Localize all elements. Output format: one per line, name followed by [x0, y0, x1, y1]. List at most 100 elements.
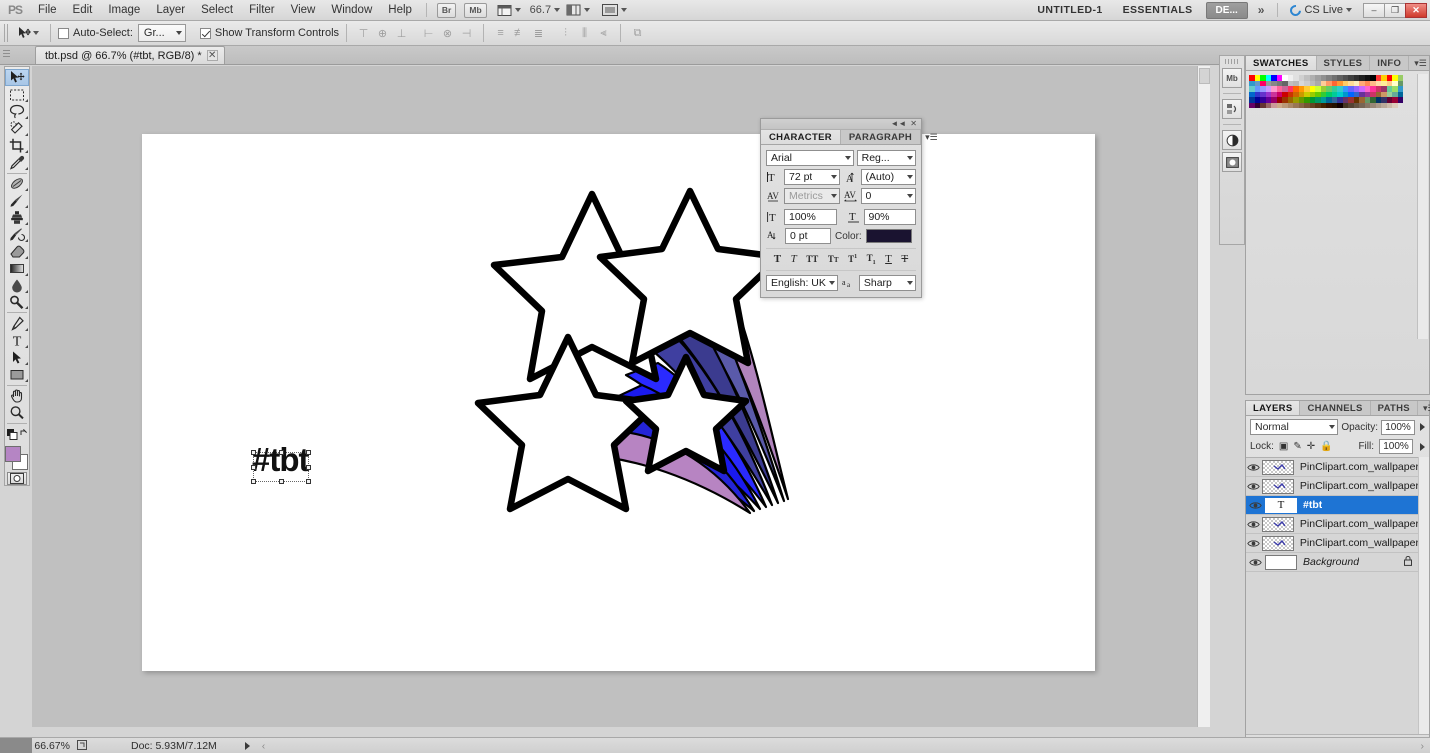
bridge-icon[interactable]: Br [436, 2, 457, 18]
spot-healing-brush-tool[interactable] [5, 175, 29, 192]
layer-row[interactable]: PinClipart.com_wallpaper-cli... [1246, 477, 1418, 496]
layer-thumbnail[interactable]: T [1265, 497, 1297, 513]
distribute-horizontal-centers-button[interactable]: ⫼ [577, 26, 592, 41]
align-left-edges-button[interactable]: ⊢ [421, 26, 436, 41]
history-icon[interactable] [1222, 99, 1242, 119]
horizontal-type-tool[interactable]: T [5, 332, 29, 349]
font-family-dropdown[interactable]: Arial [766, 150, 854, 166]
close-icon[interactable]: ✕ [206, 50, 218, 61]
align-bottom-edges-button[interactable]: ⊥ [394, 26, 409, 41]
canvas-area[interactable]: #tbt [32, 66, 1210, 727]
vertical-scale-field[interactable]: 100% [784, 209, 837, 225]
menu-layer[interactable]: Layer [148, 1, 193, 19]
swatches-panel-menu-icon[interactable]: ▾☰ [1409, 56, 1430, 70]
align-right-edges-button[interactable]: ⊣ [459, 26, 474, 41]
layer-visibility-eye-icon[interactable] [1246, 558, 1265, 567]
layer-thumbnail[interactable] [1261, 535, 1294, 551]
menu-window[interactable]: Window [323, 1, 380, 19]
brush-tool[interactable] [5, 192, 29, 209]
adjustments-icon[interactable] [1222, 130, 1242, 150]
superscript-button[interactable]: T1 [848, 254, 857, 264]
swatch-139[interactable] [1397, 97, 1403, 103]
view-extras-button[interactable] [493, 2, 525, 19]
auto-select-checkbox-group[interactable]: Auto-Select: [58, 27, 133, 39]
status-menu-arrow-icon[interactable] [244, 741, 250, 750]
underline-button[interactable]: T [885, 253, 892, 265]
faux-italic-button[interactable]: T [791, 253, 797, 265]
lock-all-icon[interactable]: 🔒 [1320, 441, 1332, 452]
zoom-chevron-icon[interactable] [554, 8, 561, 12]
layers-panel[interactable]: LAYERS CHANNELS PATHS ▾☰ Normal Opacity:… [1245, 400, 1430, 753]
arrange-documents-button[interactable] [562, 2, 594, 18]
subscript-button[interactable]: T1 [867, 253, 876, 266]
dodge-tool[interactable] [5, 294, 29, 311]
menu-select[interactable]: Select [193, 1, 241, 19]
layer-visibility-eye-icon[interactable] [1246, 539, 1262, 548]
transform-handle-se[interactable] [306, 479, 311, 484]
transform-handle-sw[interactable] [251, 479, 256, 484]
lasso-tool[interactable] [5, 103, 29, 120]
eraser-tool[interactable] [5, 243, 29, 260]
layer-row[interactable]: Background [1246, 553, 1418, 572]
layer-row[interactable]: PinClipart.com_wallpaper-cli... [1246, 534, 1418, 553]
status-zoom-field[interactable]: 66.67% [32, 740, 74, 752]
transform-handle-e[interactable] [306, 464, 311, 470]
transform-handle-w[interactable] [251, 464, 256, 470]
menu-file[interactable]: File [30, 1, 65, 19]
tab-channels[interactable]: CHANNELS [1300, 401, 1371, 415]
language-dropdown[interactable]: English: UK [766, 274, 838, 291]
small-caps-button[interactable]: TT [828, 254, 839, 264]
workspace-chevron-icon[interactable]: » [1251, 3, 1272, 17]
align-top-edges-button[interactable]: ⊤ [356, 26, 371, 41]
collapse-icon[interactable]: ◄◄ [890, 120, 906, 128]
transform-handle-ne[interactable] [306, 450, 311, 455]
workspace-more[interactable]: DE... [1205, 1, 1248, 19]
blur-tool[interactable] [5, 277, 29, 294]
mini-bridge-icon[interactable]: Mb [464, 2, 487, 18]
swatches-panel[interactable]: SWATCHES STYLES INFO ▾☰ [1245, 55, 1430, 395]
layer-thumbnail[interactable] [1261, 459, 1294, 475]
font-size-field[interactable]: 72 pt [784, 169, 840, 185]
restore-button[interactable]: ❐ [1384, 2, 1406, 18]
distribute-vertical-centers-button[interactable]: ≢ [512, 26, 527, 41]
tab-info[interactable]: INFO [1370, 56, 1410, 70]
layer-row[interactable]: PinClipart.com_wallpaper-cli... [1246, 458, 1418, 477]
layer-row[interactable]: T #tbt [1246, 496, 1418, 515]
close-icon[interactable]: ✕ [910, 120, 917, 128]
history-brush-tool[interactable] [5, 226, 29, 243]
transform-handle-nw[interactable] [251, 450, 256, 455]
show-transform-checkbox-group[interactable]: Show Transform Controls [199, 27, 339, 39]
auto-select-checkbox[interactable] [58, 27, 69, 39]
layer-thumbnail[interactable] [1261, 516, 1294, 532]
blend-mode-dropdown[interactable]: Normal [1250, 419, 1339, 435]
swatches-grid[interactable] [1246, 71, 1429, 112]
character-panel-titlebar[interactable]: ◄◄ ✕ [761, 119, 921, 130]
tab-swatches[interactable]: SWATCHES [1246, 56, 1317, 70]
minimize-button[interactable]: – [1363, 2, 1385, 18]
options-bar-grip[interactable] [4, 24, 9, 42]
distribute-left-edges-button[interactable]: ⫶ [558, 26, 573, 41]
menu-view[interactable]: View [283, 1, 324, 19]
rectangular-marquee-tool[interactable] [5, 86, 29, 103]
baseline-shift-field[interactable]: 0 pt [785, 228, 831, 244]
path-selection-tool[interactable] [5, 349, 29, 366]
quick-selection-tool[interactable] [5, 120, 29, 137]
auto-align-layers-button[interactable]: ⧉ [630, 26, 645, 41]
document-canvas[interactable]: #tbt [142, 134, 1095, 671]
kerning-field[interactable]: Metrics [784, 188, 840, 204]
tab-paragraph[interactable]: PARAGRAPH [841, 130, 922, 144]
close-button[interactable]: ✕ [1405, 2, 1427, 18]
color-swatches[interactable] [4, 445, 30, 470]
layer-visibility-eye-icon[interactable] [1246, 482, 1262, 491]
eyedropper-tool[interactable] [5, 154, 29, 171]
swatch-166[interactable] [1392, 102, 1398, 108]
show-transform-checkbox[interactable] [199, 27, 211, 39]
layer-thumbnail[interactable] [1265, 554, 1297, 570]
text-layer-bounding-box[interactable]: #tbt [251, 443, 311, 484]
layer-row[interactable]: PinClipart.com_wallpaper-cli... [1246, 515, 1418, 534]
lock-transparent-pixels-icon[interactable]: ▣ [1279, 441, 1288, 452]
character-panel[interactable]: ◄◄ ✕ CHARACTER PARAGRAPH ▾☰ Arial Reg...… [760, 118, 938, 298]
document-tab[interactable]: tbt.psd @ 66.7% (#tbt, RGB/8) * ✕ [35, 46, 225, 64]
zoom-tool[interactable] [5, 404, 29, 421]
opacity-field[interactable]: 100% [1381, 419, 1415, 435]
